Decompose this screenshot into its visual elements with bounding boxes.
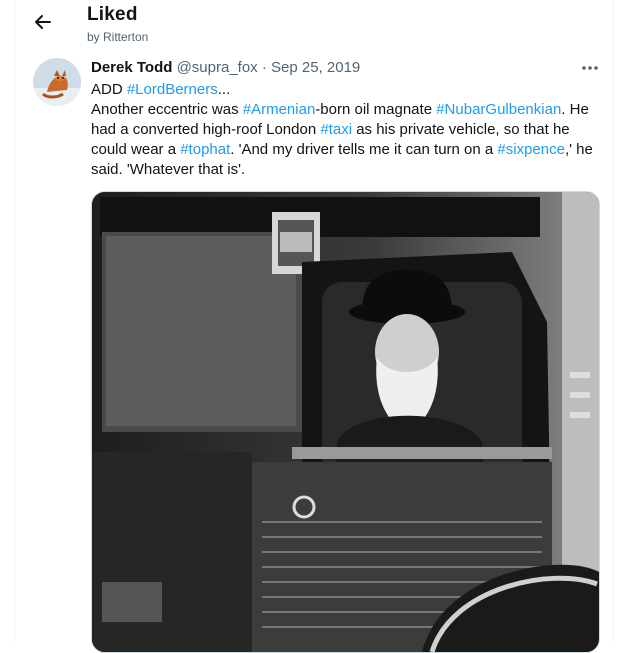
text-segment: . 'And my driver tells me it can turn on… — [230, 141, 498, 158]
page-header: Liked by Ritterton — [15, 0, 613, 50]
tweet-text-body: Another eccentric was #Armenian-born oil… — [91, 100, 601, 180]
hashtag-nubargulbenkian[interactable]: #NubarGulbenkian — [436, 101, 561, 118]
tweet-photo[interactable] — [91, 191, 600, 653]
text-segment: Another eccentric was — [91, 101, 243, 118]
hashtag-sixpence[interactable]: #sixpence — [497, 141, 565, 158]
hashtag-lordberners[interactable]: #LordBerners — [127, 81, 218, 98]
taxi-photo-image — [92, 192, 599, 652]
page-subtitle: by Ritterton — [87, 30, 149, 44]
avatar[interactable] — [33, 58, 81, 106]
hashtag-armenian[interactable]: #Armenian — [243, 101, 316, 118]
fox-avatar-image — [33, 58, 81, 106]
tweet-header: Derek Todd @supra_fox · Sep 25, 2019 — [91, 59, 360, 76]
back-button[interactable] — [31, 10, 55, 34]
author-name[interactable]: Derek Todd — [91, 59, 172, 76]
tweet-date[interactable]: Sep 25, 2019 — [271, 59, 360, 76]
page-title: Liked — [87, 4, 138, 25]
separator-dot: · — [257, 59, 272, 76]
timeline-column: Liked by Ritterton Derek Todd @supra_fox… — [14, 0, 614, 653]
hashtag-tophat[interactable]: #tophat — [180, 141, 230, 158]
tweet-text-line-1: ADD #LordBerners... — [91, 80, 601, 100]
author-handle[interactable]: @supra_fox — [177, 59, 258, 76]
tweet-text: ADD #LordBerners... Another eccentric wa… — [91, 80, 601, 180]
arrow-left-icon — [35, 15, 51, 29]
more-options-button[interactable] — [579, 58, 601, 78]
text-segment: ADD — [91, 81, 127, 98]
text-segment: -born oil magnate — [315, 101, 437, 118]
more-horizontal-icon — [582, 66, 598, 70]
text-segment: ... — [217, 81, 231, 98]
hashtag-taxi[interactable]: #taxi — [320, 121, 352, 138]
